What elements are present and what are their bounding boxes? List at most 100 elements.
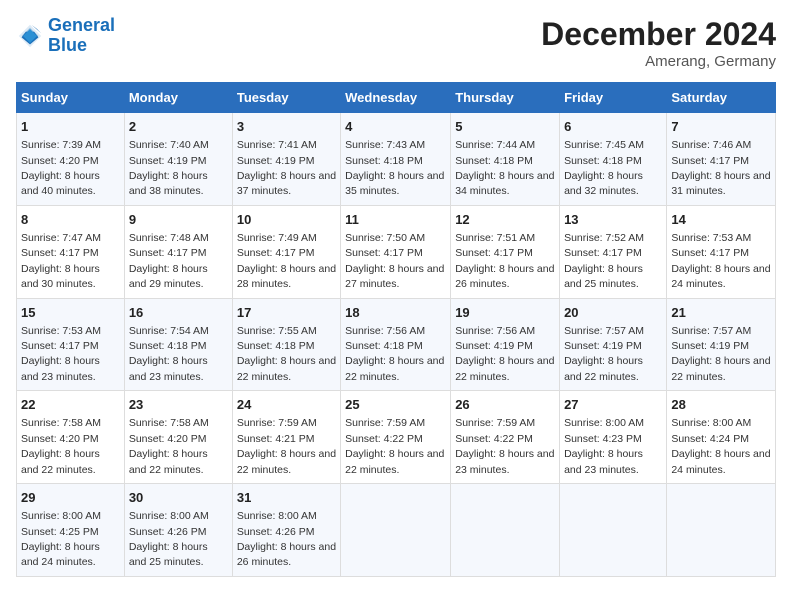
day-info: Sunrise: 7:59 AMSunset: 4:22 PMDaylight:… — [345, 417, 444, 475]
day-info: Sunrise: 7:58 AMSunset: 4:20 PMDaylight:… — [129, 417, 209, 475]
day-info: Sunrise: 7:52 AMSunset: 4:17 PMDaylight:… — [564, 232, 644, 290]
calendar-day-cell — [451, 484, 560, 577]
day-number: 11 — [345, 211, 446, 229]
calendar-body: 1 Sunrise: 7:39 AMSunset: 4:20 PMDaylight… — [17, 113, 776, 577]
calendar-day-cell: 19Sunrise: 7:56 AMSunset: 4:19 PMDayligh… — [451, 298, 560, 391]
day-number: 21 — [671, 304, 771, 322]
day-info: Sunrise: 7:44 AMSunset: 4:18 PMDaylight:… — [455, 139, 554, 197]
day-of-week-header: Sunday — [17, 83, 125, 113]
day-info: Sunrise: 7:55 AMSunset: 4:18 PMDaylight:… — [237, 325, 336, 383]
calendar-day-cell: 6 Sunrise: 7:45 AMSunset: 4:18 PMDaylight… — [560, 113, 667, 206]
day-number: 4 — [345, 118, 446, 136]
calendar-day-cell — [341, 484, 451, 577]
calendar-day-cell: 12 Sunrise: 7:51 AMSunset: 4:17 PMDayligh… — [451, 205, 560, 298]
day-info: Sunrise: 7:57 AMSunset: 4:19 PMDaylight:… — [564, 325, 644, 383]
day-number: 5 — [455, 118, 555, 136]
day-info: Sunrise: 7:50 AMSunset: 4:17 PMDaylight:… — [345, 232, 444, 290]
calendar-day-cell: 15 Sunrise: 7:53 AMSunset: 4:17 PMDayligh… — [17, 298, 125, 391]
day-info: Sunrise: 7:45 AMSunset: 4:18 PMDaylight:… — [564, 139, 644, 197]
day-of-week-header: Tuesday — [232, 83, 340, 113]
calendar-day-cell: 13Sunrise: 7:52 AMSunset: 4:17 PMDayligh… — [560, 205, 667, 298]
day-info: Sunrise: 7:59 AMSunset: 4:21 PMDaylight:… — [237, 417, 336, 475]
calendar-day-cell: 14 Sunrise: 7:53 AMSunset: 4:17 PMDayligh… — [667, 205, 776, 298]
day-number: 22 — [21, 396, 120, 414]
day-info: Sunrise: 8:00 AMSunset: 4:26 PMDaylight:… — [129, 510, 209, 568]
calendar-day-cell: 3Sunrise: 7:41 AMSunset: 4:19 PMDaylight… — [232, 113, 340, 206]
calendar-week-row: 29Sunrise: 8:00 AMSunset: 4:25 PMDayligh… — [17, 484, 776, 577]
day-info: Sunrise: 7:53 AMSunset: 4:17 PMDaylight:… — [671, 232, 770, 290]
calendar-day-cell: 8 Sunrise: 7:47 AMSunset: 4:17 PMDaylight… — [17, 205, 125, 298]
day-info: Sunrise: 7:53 AMSunset: 4:17 PMDaylight:… — [21, 325, 101, 383]
day-number: 31 — [237, 489, 336, 507]
calendar-day-cell: 20 Sunrise: 7:57 AMSunset: 4:19 PMDayligh… — [560, 298, 667, 391]
day-info: Sunrise: 8:00 AMSunset: 4:24 PMDaylight:… — [671, 417, 770, 475]
calendar-week-row: 1 Sunrise: 7:39 AMSunset: 4:20 PMDaylight… — [17, 113, 776, 206]
day-number: 29 — [21, 489, 120, 507]
day-number: 26 — [455, 396, 555, 414]
day-info: Sunrise: 7:56 AMSunset: 4:18 PMDaylight:… — [345, 325, 444, 383]
calendar-day-cell: 24 Sunrise: 7:59 AMSunset: 4:21 PMDayligh… — [232, 391, 340, 484]
day-number: 24 — [237, 396, 336, 414]
day-number: 12 — [455, 211, 555, 229]
day-info: Sunrise: 7:51 AMSunset: 4:17 PMDaylight:… — [455, 232, 554, 290]
month-year: December 2024 — [541, 16, 776, 53]
day-info: Sunrise: 7:46 AMSunset: 4:17 PMDaylight:… — [671, 139, 770, 197]
logo-icon — [16, 22, 44, 50]
calendar-day-cell: 16Sunrise: 7:54 AMSunset: 4:18 PMDayligh… — [124, 298, 232, 391]
day-info: Sunrise: 7:58 AMSunset: 4:20 PMDaylight:… — [21, 417, 101, 475]
logo-line2: Blue — [48, 35, 87, 55]
calendar-day-cell: 22 Sunrise: 7:58 AMSunset: 4:20 PMDayligh… — [17, 391, 125, 484]
calendar-day-cell: 2 Sunrise: 7:40 AMSunset: 4:19 PMDaylight… — [124, 113, 232, 206]
calendar-day-cell: 30Sunrise: 8:00 AMSunset: 4:26 PMDayligh… — [124, 484, 232, 577]
day-number: 1 — [21, 118, 120, 136]
calendar-week-row: 8 Sunrise: 7:47 AMSunset: 4:17 PMDaylight… — [17, 205, 776, 298]
calendar-day-cell: 1 Sunrise: 7:39 AMSunset: 4:20 PMDaylight… — [17, 113, 125, 206]
day-info: Sunrise: 7:40 AMSunset: 4:19 PMDaylight:… — [129, 139, 209, 197]
day-info: Sunrise: 7:39 AMSunset: 4:20 PMDaylight:… — [21, 139, 101, 197]
calendar-day-cell: 28Sunrise: 8:00 AMSunset: 4:24 PMDayligh… — [667, 391, 776, 484]
day-info: Sunrise: 7:47 AMSunset: 4:17 PMDaylight:… — [21, 232, 101, 290]
day-number: 25 — [345, 396, 446, 414]
day-number: 27 — [564, 396, 662, 414]
calendar-day-cell: 5 Sunrise: 7:44 AMSunset: 4:18 PMDaylight… — [451, 113, 560, 206]
title-block: December 2024 Amerang, Germany — [541, 16, 776, 70]
calendar-week-row: 15 Sunrise: 7:53 AMSunset: 4:17 PMDayligh… — [17, 298, 776, 391]
calendar-week-row: 22 Sunrise: 7:58 AMSunset: 4:20 PMDayligh… — [17, 391, 776, 484]
day-of-week-header: Wednesday — [341, 83, 451, 113]
calendar-day-cell: 4 Sunrise: 7:43 AMSunset: 4:18 PMDaylight… — [341, 113, 451, 206]
calendar-day-cell: 26 Sunrise: 7:59 AMSunset: 4:22 PMDayligh… — [451, 391, 560, 484]
logo-text: General Blue — [48, 16, 115, 56]
day-number: 9 — [129, 211, 228, 229]
calendar-header-row: SundayMondayTuesdayWednesdayThursdayFrid… — [17, 83, 776, 113]
day-info: Sunrise: 7:57 AMSunset: 4:19 PMDaylight:… — [671, 325, 770, 383]
page-header: General Blue December 2024 Amerang, Germ… — [16, 16, 776, 70]
day-number: 20 — [564, 304, 662, 322]
day-number: 2 — [129, 118, 228, 136]
calendar-day-cell: 10Sunrise: 7:49 AMSunset: 4:17 PMDayligh… — [232, 205, 340, 298]
calendar-day-cell: 25 Sunrise: 7:59 AMSunset: 4:22 PMDayligh… — [341, 391, 451, 484]
day-number: 6 — [564, 118, 662, 136]
day-info: Sunrise: 7:59 AMSunset: 4:22 PMDaylight:… — [455, 417, 554, 475]
day-of-week-header: Saturday — [667, 83, 776, 113]
day-info: Sunrise: 7:48 AMSunset: 4:17 PMDaylight:… — [129, 232, 209, 290]
day-number: 15 — [21, 304, 120, 322]
day-number: 17 — [237, 304, 336, 322]
day-info: Sunrise: 7:43 AMSunset: 4:18 PMDaylight:… — [345, 139, 444, 197]
calendar-day-cell: 9 Sunrise: 7:48 AMSunset: 4:17 PMDaylight… — [124, 205, 232, 298]
location: Amerang, Germany — [541, 53, 776, 70]
calendar-day-cell: 31Sunrise: 8:00 AMSunset: 4:26 PMDayligh… — [232, 484, 340, 577]
logo-line1: General — [48, 15, 115, 35]
day-number: 14 — [671, 211, 771, 229]
day-number: 8 — [21, 211, 120, 229]
day-info: Sunrise: 7:56 AMSunset: 4:19 PMDaylight:… — [455, 325, 554, 383]
day-info: Sunrise: 7:49 AMSunset: 4:17 PMDaylight:… — [237, 232, 336, 290]
calendar-day-cell: 21 Sunrise: 7:57 AMSunset: 4:19 PMDayligh… — [667, 298, 776, 391]
day-of-week-header: Thursday — [451, 83, 560, 113]
day-number: 23 — [129, 396, 228, 414]
calendar-day-cell: 29Sunrise: 8:00 AMSunset: 4:25 PMDayligh… — [17, 484, 125, 577]
day-number: 7 — [671, 118, 771, 136]
logo: General Blue — [16, 16, 115, 56]
day-of-week-header: Friday — [560, 83, 667, 113]
calendar-day-cell — [667, 484, 776, 577]
calendar-day-cell — [560, 484, 667, 577]
